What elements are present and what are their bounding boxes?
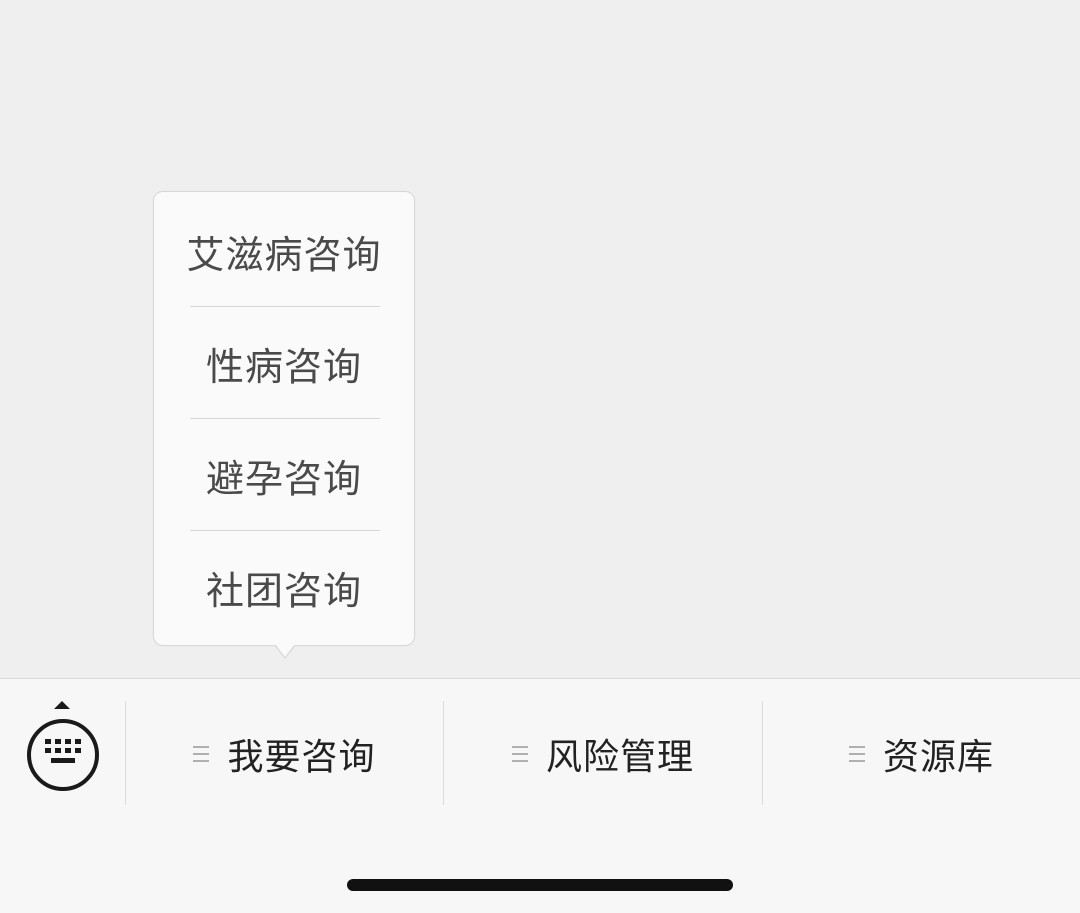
menu-tab-label: 资源库 xyxy=(882,737,994,778)
bottom-menu-bar: 我要咨询 风险管理 资源库 xyxy=(0,678,1080,913)
submenu-item-aids-consult[interactable]: 艾滋病咨询 xyxy=(154,195,414,307)
submenu-popup: 艾滋病咨询 性病咨询 避孕咨询 社团咨询 xyxy=(153,191,415,646)
submenu-item-contraception-consult[interactable]: 避孕咨询 xyxy=(154,419,414,531)
menu-tab-risk-management[interactable]: 风险管理 xyxy=(444,699,762,809)
submenu-item-label: 艾滋病咨询 xyxy=(186,232,382,277)
menu-tab-label: 风险管理 xyxy=(545,737,694,778)
menu-tab-label: 我要咨询 xyxy=(227,737,376,778)
caret-up-icon xyxy=(54,701,70,709)
popup-pointer-fill xyxy=(275,644,295,657)
menu-lines-icon xyxy=(193,741,210,767)
submenu-item-label: 性病咨询 xyxy=(205,344,362,389)
menu-tab-consult[interactable]: 我要咨询 xyxy=(126,699,443,809)
keyboard-toggle-button[interactable] xyxy=(0,699,125,809)
submenu-item-community-consult[interactable]: 社团咨询 xyxy=(154,531,414,643)
menu-lines-icon xyxy=(848,741,865,767)
submenu-item-label: 避孕咨询 xyxy=(205,456,362,501)
menu-lines-icon xyxy=(511,741,528,767)
menu-tab-resources[interactable]: 资源库 xyxy=(763,699,1080,809)
home-indicator[interactable] xyxy=(347,879,733,891)
submenu-item-label: 社团咨询 xyxy=(205,568,362,613)
keyboard-keys-icon xyxy=(45,739,81,763)
submenu-item-std-consult[interactable]: 性病咨询 xyxy=(154,307,414,419)
